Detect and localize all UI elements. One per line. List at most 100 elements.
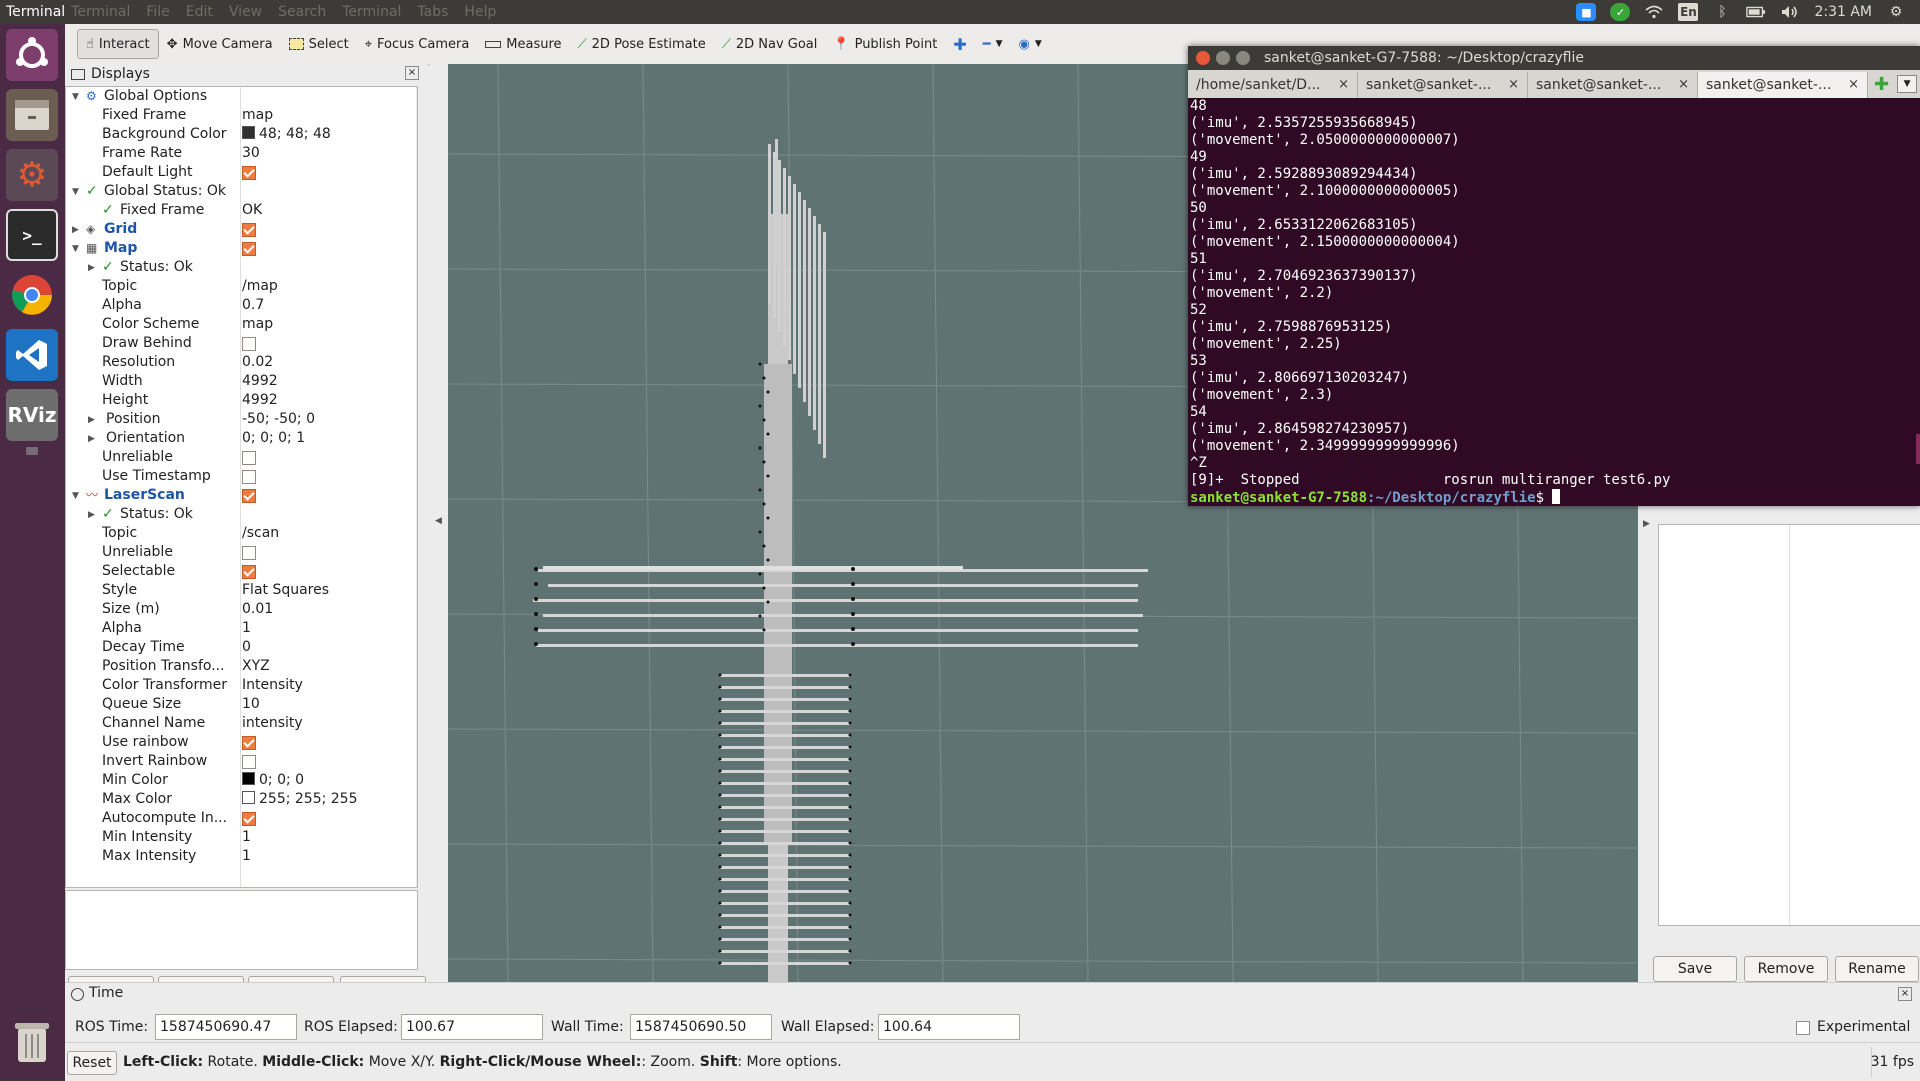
display-row[interactable]: Use rainbow	[66, 733, 417, 752]
display-row[interactable]: Height 4992	[66, 391, 417, 410]
expand-arrow-icon[interactable]: ▶	[88, 259, 95, 278]
battery-icon[interactable]	[1746, 3, 1766, 21]
display-row[interactable]: Min Color 0; 0; 0	[66, 771, 417, 790]
display-row-value[interactable]: 0; 0; 0	[242, 771, 304, 790]
close-tab-icon[interactable]: ×	[1678, 72, 1689, 98]
display-row[interactable]: Min Intensity 1	[66, 828, 417, 847]
display-row[interactable]: Alpha 0.7	[66, 296, 417, 315]
display-checkbox[interactable]	[242, 166, 256, 180]
display-row-value[interactable]: Flat Squares	[242, 581, 329, 600]
rviz-icon[interactable]: RViz	[6, 389, 58, 441]
display-row-value[interactable]: 255; 255; 255	[242, 790, 358, 809]
display-row[interactable]: Autocompute In...	[66, 809, 417, 828]
display-row-value[interactable]: -50; -50; 0	[242, 410, 315, 429]
tool-move-camera[interactable]: ✥ Move Camera	[159, 30, 281, 58]
expand-arrow-icon[interactable]: ▶	[88, 411, 95, 430]
keyboard-language[interactable]: En	[1678, 3, 1699, 21]
menu-search[interactable]: Search	[278, 4, 326, 20]
display-row[interactable]: Background Color 48; 48; 48	[66, 125, 417, 144]
display-row[interactable]: Queue Size 10	[66, 695, 417, 714]
display-checkbox[interactable]	[242, 812, 256, 826]
display-row-value[interactable]: /scan	[242, 524, 279, 543]
collapse-arrow-icon[interactable]: ▼	[72, 240, 79, 259]
wall-elapsed-field[interactable]: 100.64	[878, 1014, 1020, 1040]
rename-view-button[interactable]: Rename	[1835, 956, 1919, 982]
display-checkbox[interactable]	[242, 755, 256, 769]
terminal-icon[interactable]: >_	[6, 209, 58, 261]
display-row-value[interactable]: 0.01	[242, 600, 273, 619]
display-row[interactable]: Channel Name intensity	[66, 714, 417, 733]
close-tab-icon[interactable]: ×	[1338, 72, 1349, 98]
display-row[interactable]: Decay Time 0	[66, 638, 417, 657]
display-row[interactable]: ▶ ◈ Grid	[66, 220, 417, 239]
display-checkbox[interactable]	[242, 489, 256, 503]
display-row-value[interactable]: /map	[242, 277, 278, 296]
view-tool-button[interactable]: ◉ ▼	[1010, 30, 1049, 58]
chrome-icon[interactable]	[6, 269, 58, 321]
reset-button[interactable]: Reset	[67, 1051, 117, 1075]
close-tab-icon[interactable]: ×	[1848, 72, 1859, 98]
wifi-icon[interactable]	[1644, 3, 1664, 21]
menu-edit[interactable]: Edit	[186, 4, 213, 20]
displays-scrollbar[interactable]: ▲ ▼	[416, 87, 417, 887]
display-row[interactable]: Frame Rate 30	[66, 144, 417, 163]
trash-icon[interactable]	[6, 1016, 58, 1068]
display-row[interactable]: ▼ 〰 LaserScan	[66, 486, 417, 505]
display-row[interactable]: ✓ Fixed Frame OK	[66, 201, 417, 220]
display-row-value[interactable]: 30	[242, 144, 260, 163]
collapse-arrow-icon[interactable]: ▼	[72, 487, 79, 506]
display-row-value[interactable]: map	[242, 106, 273, 125]
display-row-value[interactable]: 48; 48; 48	[242, 125, 331, 144]
display-row[interactable]: ▶ ✓ Status: Ok	[66, 505, 417, 524]
volume-icon[interactable]	[1780, 3, 1800, 21]
terminal-scrollbar[interactable]	[1916, 434, 1920, 464]
display-checkbox[interactable]	[242, 736, 256, 750]
tool-2d-pose-estimate[interactable]: ⟋ 2D Pose Estimate	[570, 30, 714, 58]
maximize-window-icon[interactable]	[1236, 51, 1250, 65]
display-row-value[interactable]: 4992	[242, 391, 278, 410]
display-row[interactable]: Max Color 255; 255; 255	[66, 790, 417, 809]
add-tool-button[interactable]: ✚	[945, 30, 974, 58]
display-row[interactable]: ▶ Orientation 0; 0; 0; 1	[66, 429, 417, 448]
update-icon[interactable]: ✓	[1610, 3, 1631, 21]
tab-menu-icon[interactable]: ▼	[1897, 75, 1918, 93]
menu-terminal[interactable]: Terminal	[71, 4, 130, 20]
display-row[interactable]: Color Scheme map	[66, 315, 417, 334]
display-row[interactable]: Selectable	[66, 562, 417, 581]
terminal-prompt[interactable]: sanket@sanket-G7-7588:~/Desktop/crazyfli…	[1190, 489, 1918, 506]
expand-arrow-icon[interactable]: ▶	[88, 506, 95, 525]
remove-tool-button[interactable]: ━ ▼	[975, 30, 1011, 58]
display-row-value[interactable]: 1	[242, 847, 251, 866]
display-row[interactable]: ▼ ✓ Global Status: Ok	[66, 182, 417, 201]
display-checkbox[interactable]	[242, 451, 256, 465]
display-checkbox[interactable]	[242, 470, 256, 484]
display-row-value[interactable]: 0; 0; 0; 1	[242, 429, 305, 448]
display-row-value[interactable]: XYZ	[242, 657, 270, 676]
display-row[interactable]: Alpha 1	[66, 619, 417, 638]
terminal-tab-2[interactable]: sanket@sanket-... ×	[1358, 72, 1528, 98]
collapse-arrow-icon[interactable]: ▼	[72, 183, 79, 202]
display-row[interactable]: Invert Rainbow	[66, 752, 417, 771]
display-row[interactable]: Draw Behind	[66, 334, 417, 353]
display-row[interactable]: Resolution 0.02	[66, 353, 417, 372]
display-row-value[interactable]: 1	[242, 619, 251, 638]
display-row[interactable]: ▼ ⚙ Global Options	[66, 87, 417, 106]
new-tab-icon[interactable]: ✚	[1874, 74, 1889, 98]
display-row[interactable]: Position Transfo... XYZ	[66, 657, 417, 676]
panel-collapser[interactable]: ◀	[430, 64, 448, 982]
display-row[interactable]: Unreliable	[66, 448, 417, 467]
tool-publish-point[interactable]: 📍 Publish Point	[825, 30, 945, 58]
display-row-value[interactable]: 4992	[242, 372, 278, 391]
close-tab-icon[interactable]: ×	[1508, 72, 1519, 98]
power-gear-icon[interactable]: ⚙	[1886, 3, 1906, 21]
remove-view-button[interactable]: Remove	[1744, 956, 1828, 982]
display-row[interactable]: Color Transformer Intensity	[66, 676, 417, 695]
menu-file[interactable]: File	[146, 4, 169, 20]
display-row-value[interactable]: map	[242, 315, 273, 334]
files-icon[interactable]	[6, 89, 58, 141]
terminal-output[interactable]: 48 ('imu', 2.5357255935668945) ('movement'…	[1190, 98, 1918, 506]
clock[interactable]: 2:31 AM	[1814, 4, 1872, 20]
display-row-value[interactable]: OK	[242, 201, 262, 220]
zoom-icon[interactable]: ■	[1576, 3, 1597, 21]
ubuntu-dash-icon[interactable]	[6, 29, 58, 81]
